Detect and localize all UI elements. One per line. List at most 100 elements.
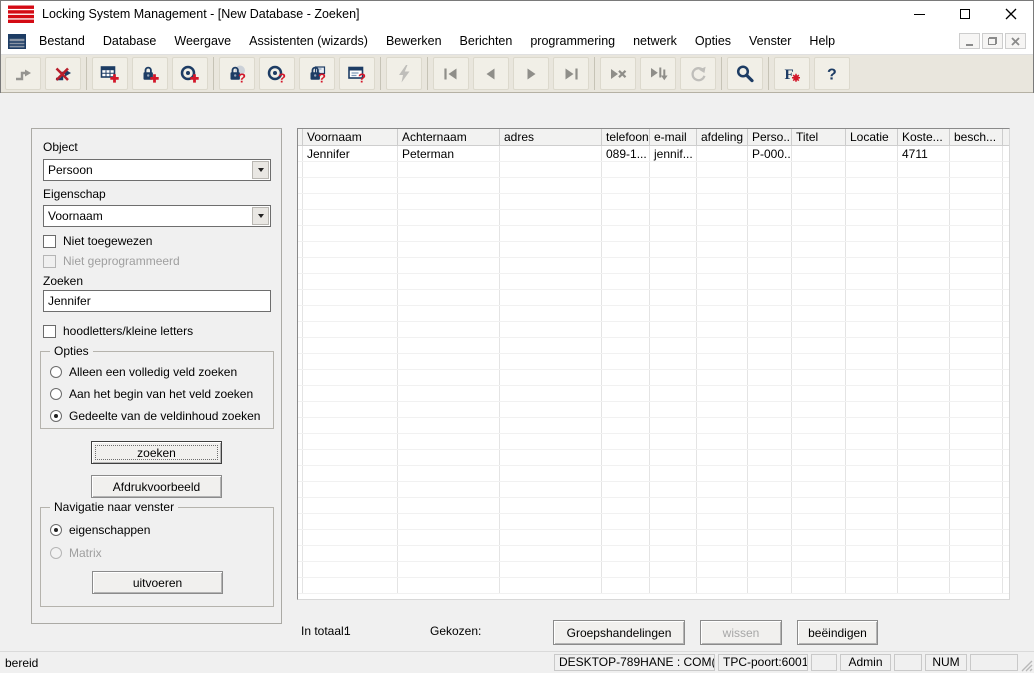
- radio-part-field[interactable]: Gedeelte van de veldinhoud zoeken: [50, 409, 260, 423]
- column-header-email[interactable]: e-mail: [650, 129, 697, 145]
- menu-item-help[interactable]: Help: [800, 30, 844, 52]
- close-button[interactable]: [988, 0, 1034, 28]
- table-cell: [500, 546, 602, 561]
- column-header-voornaam[interactable]: Voornaam: [303, 129, 398, 145]
- menu-item-opties[interactable]: Opties: [686, 30, 740, 52]
- menu-item-assistenten-wizards[interactable]: Assistenten (wizards): [240, 30, 377, 52]
- read-lock-card-button[interactable]: ?: [299, 57, 335, 90]
- table-cell: [650, 370, 697, 385]
- mdi-close-button[interactable]: [1005, 33, 1026, 49]
- maximize-icon: [960, 9, 970, 19]
- table-cell: [697, 450, 748, 465]
- menu-item-venster[interactable]: Venster: [740, 30, 800, 52]
- column-header-adres[interactable]: adres: [500, 129, 602, 145]
- table-cell: [602, 418, 650, 433]
- table-cell: [602, 306, 650, 321]
- filter-settings-button[interactable]: F: [774, 57, 810, 90]
- table-cell: [950, 386, 1003, 401]
- search-button[interactable]: zoeken: [91, 441, 222, 464]
- finish-button[interactable]: beëindigen: [797, 620, 878, 645]
- table-cell: [500, 482, 602, 497]
- table-cell: [650, 418, 697, 433]
- not-assigned-checkbox[interactable]: Niet toegewezen: [43, 234, 152, 248]
- radio-begin-field[interactable]: Aan het begin van het veld zoeken: [50, 387, 253, 401]
- column-header-koste[interactable]: Koste...: [898, 129, 950, 145]
- toolbar-separator: [213, 57, 214, 90]
- table-cell: [846, 546, 898, 561]
- nav-skip-x-button[interactable]: [600, 57, 636, 90]
- read-lock-button[interactable]: ?: [219, 57, 255, 90]
- maximize-button[interactable]: [942, 0, 988, 28]
- print-preview-button[interactable]: Afdrukvoorbeeld: [91, 475, 222, 498]
- table-cell: [792, 274, 846, 289]
- table-cell: [303, 306, 398, 321]
- table-cell: [792, 466, 846, 481]
- disconnect-button[interactable]: [45, 57, 81, 90]
- case-sensitive-checkbox[interactable]: hoodletters/kleine letters: [43, 324, 193, 338]
- menu-item-weergave[interactable]: Weergave: [165, 30, 240, 52]
- nav-last-button[interactable]: [553, 57, 589, 90]
- table-cell: [748, 498, 792, 513]
- column-header-besch[interactable]: besch...: [950, 129, 1003, 145]
- menu-item-programmering[interactable]: programmering: [521, 30, 624, 52]
- column-header-locatie[interactable]: Locatie: [846, 129, 898, 145]
- property-combobox-value: Voornaam: [48, 209, 103, 223]
- resize-grip[interactable]: [1019, 658, 1033, 672]
- table-cell: [303, 370, 398, 385]
- menu-item-database[interactable]: Database: [94, 30, 166, 52]
- mdi-minimize-button[interactable]: [959, 33, 980, 49]
- status-ready-text: bereid: [0, 656, 38, 670]
- column-header-afdeling[interactable]: afdeling: [697, 129, 748, 145]
- read-transponder-button[interactable]: ?: [259, 57, 295, 90]
- read-window-button[interactable]: ?: [339, 57, 375, 90]
- table-row-empty: [298, 546, 1009, 562]
- table-cell: [500, 274, 602, 289]
- options-groupbox: Opties Alleen een volledig veld zoeken A…: [40, 351, 274, 429]
- menu-item-netwerk[interactable]: netwerk: [624, 30, 686, 52]
- mdi-restore-button[interactable]: [982, 33, 1003, 49]
- column-header-achternaam[interactable]: Achternaam: [398, 129, 500, 145]
- column-header-titel[interactable]: Titel: [792, 129, 846, 145]
- search-button[interactable]: [727, 57, 763, 90]
- new-transponder-button[interactable]: [172, 57, 208, 90]
- table-cell: [500, 338, 602, 353]
- table-cell: [303, 258, 398, 273]
- search-input[interactable]: Jennifer: [43, 290, 271, 312]
- table-cell: [950, 306, 1003, 321]
- new-table-button[interactable]: [92, 57, 128, 90]
- nav-first-button[interactable]: [433, 57, 469, 90]
- radio-eigenschappen[interactable]: eigenschappen: [50, 523, 150, 537]
- table-cell: [792, 242, 846, 257]
- table-cell: [398, 322, 500, 337]
- table-cell: [650, 226, 697, 241]
- group-actions-button[interactable]: Groepshandelingen: [553, 620, 685, 645]
- new-lock-button[interactable]: [132, 57, 168, 90]
- column-header-telefoon[interactable]: telefoon: [602, 129, 650, 145]
- radio-circle-selected: [50, 524, 62, 536]
- object-combobox-dropdown-button[interactable]: [252, 161, 269, 179]
- radio-full-field[interactable]: Alleen een volledig veld zoeken: [50, 365, 237, 379]
- help-button[interactable]: ?: [814, 57, 850, 90]
- menu-item-berichten[interactable]: Berichten: [451, 30, 522, 52]
- property-combobox[interactable]: Voornaam: [43, 205, 271, 227]
- minimize-button[interactable]: [896, 0, 942, 28]
- table-cell: [792, 482, 846, 497]
- table-cell: [846, 290, 898, 305]
- table-cell: [602, 162, 650, 177]
- table-cell: [846, 386, 898, 401]
- table-cell: [303, 434, 398, 449]
- nav-skip-down-button[interactable]: [640, 57, 676, 90]
- table-row[interactable]: JenniferPeterman089-1...jennif...P-000..…: [298, 146, 1009, 162]
- menu-item-bestand[interactable]: Bestand: [30, 30, 94, 52]
- property-combobox-dropdown-button[interactable]: [252, 207, 269, 225]
- table-cell: [748, 370, 792, 385]
- table-cell: [303, 290, 398, 305]
- execute-button[interactable]: uitvoeren: [92, 571, 223, 594]
- table-cell: [792, 354, 846, 369]
- nav-next-button[interactable]: [513, 57, 549, 90]
- object-combobox[interactable]: Persoon: [43, 159, 271, 181]
- menu-item-bewerken[interactable]: Bewerken: [377, 30, 451, 52]
- results-table: VoornaamAchternaamadrestelefoone-mailafd…: [297, 128, 1010, 600]
- nav-prev-button[interactable]: [473, 57, 509, 90]
- column-header-perso[interactable]: Perso...: [748, 129, 792, 145]
